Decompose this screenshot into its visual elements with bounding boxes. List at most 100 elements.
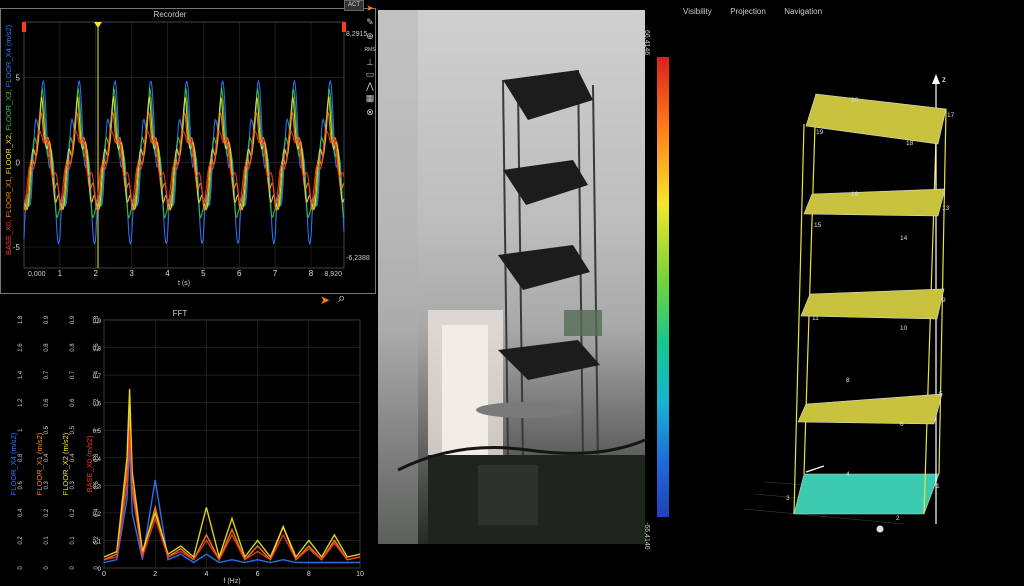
- svg-text:4: 4: [846, 471, 850, 478]
- fft-axis-tick: 0: [44, 566, 50, 570]
- marker-icon[interactable]: ⊥: [364, 56, 376, 68]
- recorder-xend: 8,920: [324, 271, 342, 278]
- fft-axis-tick: 0.7: [44, 370, 50, 379]
- z-axis-label: z: [942, 75, 946, 84]
- recorder-ylabel: BASE_X0, FLOOR_X1, FLOOR_X2, FLOOR_X3, F…: [4, 24, 13, 255]
- recorder-xtick: 1: [58, 269, 63, 278]
- recorder-ytick: -5: [13, 243, 21, 252]
- svg-text:13: 13: [942, 205, 950, 212]
- base-plate: [793, 473, 940, 515]
- fft-axis-tick: 0.2: [70, 508, 76, 517]
- fft-axis-tick: 1.4: [18, 370, 24, 379]
- fft-axis-tick: 0.4: [70, 453, 76, 462]
- triad-x: [805, 465, 825, 473]
- recorder-channel-label: BASE_X0,: [4, 217, 13, 255]
- svg-text:2: 2: [896, 515, 900, 522]
- fft-axis-tick: 0.8: [18, 453, 24, 462]
- pencil-icon[interactable]: ✎: [364, 16, 376, 28]
- fft-axis-tick: 0.4: [18, 508, 24, 517]
- recorder-ytick: 0: [16, 158, 21, 167]
- minus-icon[interactable]: ▭: [364, 68, 376, 80]
- svg-text:17: 17: [947, 112, 955, 119]
- fft-xtick: 2: [153, 571, 157, 578]
- recorder-xtick: 8: [309, 269, 314, 278]
- svg-text:9: 9: [942, 297, 946, 304]
- close-circle-icon[interactable]: ⊗: [364, 106, 376, 118]
- menu-visibility[interactable]: Visibility: [683, 7, 712, 16]
- recorder-xtick: 5: [201, 269, 206, 278]
- fft-axis-tick: 0.9: [44, 315, 50, 324]
- colorbar-min-value: -66,4146: [643, 522, 650, 550]
- recorder-ytick: 5: [16, 74, 21, 83]
- fft-axis-tick: 0.7: [70, 370, 76, 379]
- recorder-xtick: 6: [237, 269, 242, 278]
- fft-xtick: 10: [356, 571, 364, 578]
- fft-xtick: 4: [204, 571, 208, 578]
- rms-button[interactable]: RMS: [364, 44, 376, 56]
- svg-text:1: 1: [936, 483, 940, 490]
- fft-axis-tick: 1.8: [94, 315, 100, 324]
- fft-xlabel: f (Hz): [223, 578, 240, 585]
- fft-axis-tick: 0.2: [44, 508, 50, 517]
- fft-axis-tick: 0.6: [18, 481, 24, 490]
- recorder-plot-area: [23, 21, 345, 269]
- recorder-toolbar: ➤ ✎ ⊕ RMS ⊥ ▭ ⋀ ▦ ⊗: [364, 0, 376, 120]
- fft-axis-tick: 0.6: [94, 481, 100, 490]
- fft-axis-label: FLOOR_X4 (m/s2): [9, 432, 18, 495]
- floor-2: [800, 288, 945, 320]
- fft-title: FFT: [173, 309, 188, 318]
- fft-axis-tick: 0.6: [70, 398, 76, 407]
- recorder-xtick: 2: [94, 269, 99, 278]
- recorder-range-end: [342, 22, 346, 32]
- fft-axis-tick: 0.5: [44, 425, 50, 434]
- recorder-channel-label: FLOOR_X4 (m/s2): [4, 24, 13, 87]
- fft-xtick: 0: [102, 571, 106, 578]
- fft-axis-tick: 1.8: [18, 315, 24, 324]
- recorder-chart: Recorder 1 2 3 4 5 6 7 850-58,2915-6,23880,000 8…: [4, 10, 370, 287]
- fft-axis-tick: 0.4: [94, 508, 100, 517]
- svg-text:19: 19: [816, 129, 824, 136]
- recorder-range-start: [22, 22, 26, 32]
- recorder-title: Recorder: [154, 10, 187, 19]
- fft-axis-tick: 0.4: [44, 453, 50, 462]
- z-axis-arrow: [932, 74, 940, 84]
- fft-axis-tick: 0.3: [44, 481, 50, 490]
- menu-projection[interactable]: Projection: [730, 7, 766, 16]
- svg-text:14: 14: [900, 235, 908, 242]
- grid-icon[interactable]: ▦: [364, 92, 376, 104]
- recorder-xlabel: t (s): [178, 280, 190, 287]
- fft-axis-tick: 0.9: [70, 315, 76, 324]
- fft-axis-tick: 1.6: [94, 343, 100, 352]
- crosshair-icon[interactable]: ⊕: [364, 30, 376, 42]
- colorbar-min-label: -66,4146: [643, 522, 650, 568]
- fft-axis-label: FLOOR_X1 (m/s2): [35, 432, 44, 495]
- svg-text:15: 15: [814, 222, 822, 229]
- floor-4: [805, 93, 947, 145]
- camera-view: [378, 10, 645, 544]
- floor-1: [797, 393, 943, 425]
- fft-axis-tick: 1.2: [94, 398, 100, 407]
- fft-axis-tick: 0.8: [70, 343, 76, 352]
- peak-icon[interactable]: ⋀: [364, 80, 376, 92]
- svg-text:8: 8: [846, 377, 850, 384]
- fft-axis-tick: 0.8: [94, 453, 100, 462]
- arrow-icon[interactable]: ➤: [364, 2, 376, 14]
- fft-axis-tick: 0.2: [94, 536, 100, 545]
- fft-xtick: 8: [307, 571, 311, 578]
- colorbar: [657, 57, 669, 517]
- fft-xtick: 6: [256, 571, 260, 578]
- svg-text:10: 10: [900, 325, 908, 332]
- fft-axis-tick: 0.5: [70, 425, 76, 434]
- fft-axis-tick: 0.6: [44, 398, 50, 407]
- recorder-xtick: 4: [165, 269, 170, 278]
- svg-text:3: 3: [786, 495, 790, 502]
- fft-axis-label: FLOOR_X2 (m/s2): [61, 432, 70, 495]
- fft-axis-tick: 0.1: [44, 536, 50, 545]
- act-badge[interactable]: ACT: [344, 0, 364, 11]
- menu-navigation[interactable]: Navigation: [784, 7, 822, 16]
- origin-marker: [876, 525, 884, 533]
- svg-text:5: 5: [939, 391, 943, 398]
- structure-3d-model[interactable]: z 1 2 3 4 5 6 8 9 10 11 13 14 15 16 17 1…: [724, 64, 1024, 584]
- recorder-xtick: 7: [273, 269, 278, 278]
- recorder-channel-label: FLOOR_X3,: [4, 87, 13, 130]
